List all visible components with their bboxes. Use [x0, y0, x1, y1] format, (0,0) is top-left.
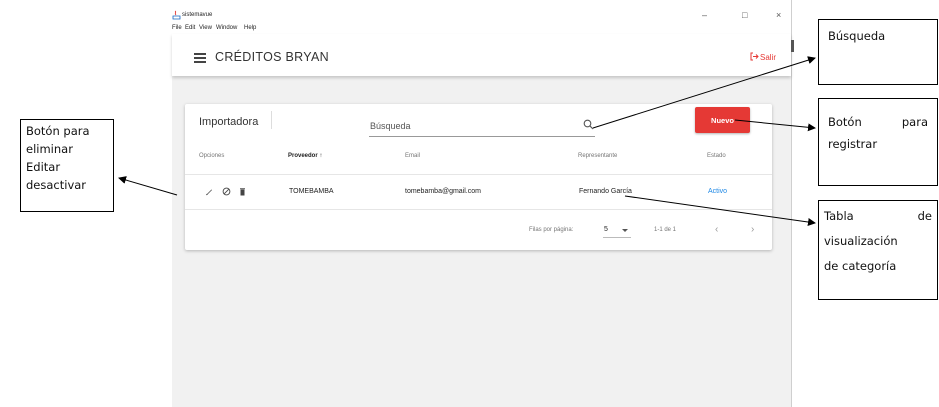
card-title: Importadora	[199, 116, 259, 128]
search-input[interactable]: Búsqueda	[370, 121, 411, 131]
title-bar	[172, 0, 791, 24]
header-representante: Representante	[578, 153, 618, 159]
header-opciones: Opciones	[199, 153, 225, 159]
menu-view[interactable]: View	[199, 25, 212, 31]
minimize-button[interactable]: –	[702, 10, 707, 20]
logout-button[interactable]: Salir	[750, 52, 777, 62]
block-icon[interactable]	[222, 187, 231, 196]
annotation-word: Tabla	[824, 209, 854, 223]
close-button[interactable]: ×	[776, 10, 781, 20]
menu-bar	[172, 24, 791, 34]
search-underline	[369, 136, 595, 137]
annotation-table: Tabla de visualización de categoría	[818, 200, 938, 300]
menu-file[interactable]: File	[172, 25, 182, 31]
annotation-line: Tabla de	[824, 207, 932, 225]
annotation-line: de categoría	[824, 259, 897, 273]
new-button[interactable]: Nuevo	[695, 107, 750, 133]
annotation-word: Botón	[828, 115, 862, 129]
header-email: Email	[405, 153, 421, 159]
cell-email: tomebamba@gmail.com	[405, 188, 481, 195]
header-separator	[185, 174, 772, 175]
annotation-search: Búsqueda	[818, 19, 938, 85]
annotation-line: Búsqueda	[828, 29, 886, 43]
window-title: sistemavue	[182, 12, 213, 18]
java-icon	[172, 10, 181, 20]
rows-per-page-select[interactable]: 5	[604, 226, 608, 233]
data-table-card	[185, 104, 772, 250]
logout-label: Salir	[760, 53, 777, 62]
prev-page-icon[interactable]: ‹	[715, 224, 718, 235]
annotation-line: desactivar	[26, 178, 87, 192]
status-badge: Activo	[708, 188, 728, 195]
annotation-line: registrar	[828, 137, 878, 151]
annotation-word: para	[901, 115, 928, 129]
title-divider	[271, 111, 272, 129]
menu-help[interactable]: Help	[244, 25, 256, 31]
next-page-icon[interactable]: ›	[751, 224, 754, 235]
menu-edit[interactable]: Edit	[185, 25, 195, 31]
annotation-register: Botón para registrar	[818, 98, 938, 186]
delete-icon[interactable]	[238, 187, 247, 196]
rows-per-page-label: Filas por página:	[529, 227, 574, 233]
annotation-line: Editar	[26, 160, 61, 174]
annotation-line: Botón para	[828, 113, 928, 131]
edit-icon[interactable]	[205, 187, 214, 196]
annotation-actions: Botón para eliminar Editar desactivar	[20, 119, 114, 212]
row-separator	[185, 209, 772, 210]
maximize-button[interactable]: □	[742, 10, 747, 20]
menu-window[interactable]: Window	[216, 25, 237, 31]
search-icon[interactable]	[583, 119, 594, 130]
window-edge-marker	[791, 40, 794, 52]
app-title: CRÉDITOS BRYAN	[215, 50, 329, 64]
select-underline	[603, 237, 631, 238]
header-estado: Estado	[707, 153, 726, 159]
annotation-line: eliminar	[26, 142, 73, 156]
menu-icon[interactable]	[194, 53, 206, 63]
chevron-down-icon[interactable]	[622, 229, 628, 232]
logout-icon	[750, 52, 759, 61]
arrow-to-actions	[118, 176, 178, 196]
cell-proveedor: TOMEBAMBA	[289, 188, 334, 195]
cell-representante: Fernando García	[579, 188, 632, 195]
annotation-line: visualización	[824, 234, 898, 248]
page-range: 1-1 de 1	[654, 227, 677, 233]
annotation-line: Botón para	[26, 124, 90, 138]
header-proveedor[interactable]: Proveedor ↑	[288, 153, 322, 159]
annotation-word: de	[917, 209, 932, 223]
